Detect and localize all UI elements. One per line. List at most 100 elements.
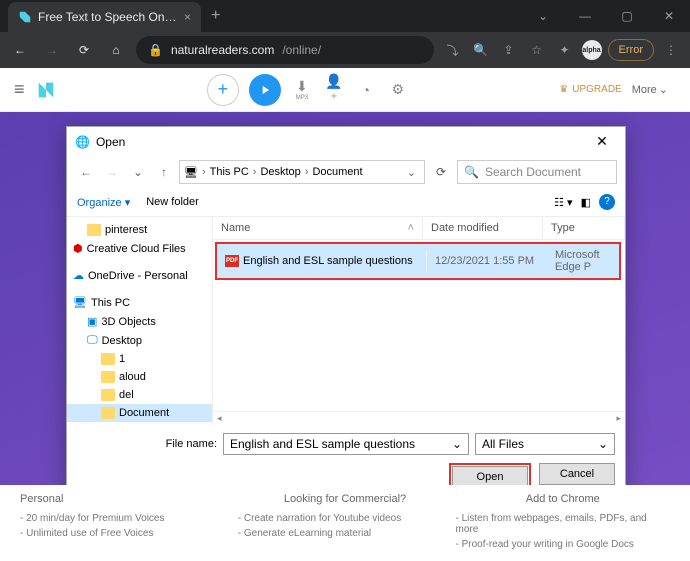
file-date: 12/23/2021 1:55 PM [427,250,547,272]
tree-item-folder-del[interactable]: del [67,386,212,404]
dialog-close-button[interactable]: ✕ [587,133,617,150]
address-bar[interactable]: 🔒 naturalreaders.com/online/ [136,36,434,64]
chevron-down-icon[interactable]: ⌄ [598,437,608,451]
tree-item-creative-cloud[interactable]: ⬢ Creative Cloud Files [67,239,212,258]
footer-col-commercial: Looking for Commercial? - Create narrati… [238,493,453,551]
dialog-toolbar: Organize ▾ New folder ☷ ▾ ◧ ? [67,188,625,217]
breadcrumb[interactable]: 🖥 › This PC › Desktop › Document ⌄ [179,160,425,184]
dialog-title: Open [96,135,125,149]
file-list-header: Name ˄ Date modified Type [213,217,625,240]
app-header: ≡ + ⬇MP3 👤⁺ ◔ ⚙ ♛ UPGRADE More ⌄ [0,68,690,112]
hamburger-icon[interactable]: ≡ [14,79,25,100]
browser-chrome: Free Text to Speech Online with N × + ⌄ … [0,0,690,68]
chrome-icon: 🌐 [75,135,90,149]
search-box[interactable]: 🔍 Search Document [457,160,617,184]
voice-icon[interactable]: 👤⁺ [323,73,345,107]
dialog-nav: ← → ⌄ ↑ 🖥 › This PC › Desktop › Document… [67,156,625,188]
footer-item: - Unlimited use of Free Voices [20,528,235,539]
tab-bar: Free Text to Speech Online with N × + ⌄ … [0,0,690,32]
desktop-icon: 🖵 [87,334,98,347]
lock-icon: 🔒 [148,43,163,57]
help-button[interactable]: ? [599,194,615,210]
3d-icon: ▣ [87,315,97,328]
star-icon[interactable]: ☆ [526,39,548,61]
zoom-icon[interactable]: 🔍 [470,39,492,61]
more-menu[interactable]: More ⌄ [632,83,676,96]
preview-pane-button[interactable]: ◧ [581,196,591,209]
browser-tab[interactable]: Free Text to Speech Online with N × [8,2,201,32]
col-type[interactable]: Type [543,217,625,239]
tab-close-icon[interactable]: × [184,10,191,24]
dlg-recent-button[interactable]: ⌄ [127,165,149,179]
organize-menu[interactable]: Organize ▾ [77,196,130,209]
dlg-back-button[interactable]: ← [75,165,97,179]
tree-item-desktop[interactable]: 🖵 Desktop [67,331,212,350]
forward-button[interactable]: → [40,38,64,62]
file-list: Name ˄ Date modified Type PDF English and… [213,217,625,425]
upgrade-button[interactable]: ♛ UPGRADE [559,84,621,95]
tree-item-folder-1[interactable]: 1 [67,350,212,368]
chevron-down-icon[interactable]: ⌄ [452,437,462,451]
tree-item-pinterest[interactable]: pinterest [67,221,212,239]
folder-tree: pinterest ⬢ Creative Cloud Files ☁ OneDr… [67,217,213,425]
file-name: English and ESL sample questions [243,255,413,267]
breadcrumb-dropdown-icon[interactable]: ⌄ [403,166,420,179]
tree-item-this-pc[interactable]: 🖥 This PC [67,293,212,312]
footer-item: - Proof-read your writing in Google Docs [456,539,671,550]
breadcrumb-item[interactable]: Document [312,166,362,178]
cc-icon: ⬢ [73,242,83,255]
home-button[interactable]: ⌂ [104,38,128,62]
chevron-down-icon: ⌄ [659,83,668,96]
file-open-dialog: 🌐 Open ✕ ← → ⌄ ↑ 🖥 › This PC › Desktop ›… [66,126,626,500]
new-tab-button[interactable]: + [201,7,230,25]
col-date[interactable]: Date modified [423,217,543,239]
onedrive-icon: ☁ [73,269,84,282]
reload-button[interactable]: ⟳ [72,38,96,62]
tree-item-onedrive[interactable]: ☁ OneDrive - Personal [67,266,212,285]
speed-icon[interactable]: ◔ [355,82,377,98]
dropdown-icon[interactable]: ⌄ [522,1,564,31]
file-type: Microsoft Edge P [547,244,619,278]
close-window-button[interactable]: ✕ [648,1,690,31]
pdf-icon: PDF [225,255,239,267]
new-folder-button[interactable]: New folder [146,196,199,208]
filename-input[interactable]: English and ESL sample questions⌄ [223,433,469,455]
url-path: /online/ [282,43,321,57]
share-icon[interactable]: ⇪ [498,39,520,61]
site-favicon [18,10,32,24]
mp3-download-icon[interactable]: ⬇MP3 [291,78,313,101]
footer-item: - Generate eLearning material [238,528,453,539]
settings-icon[interactable]: ⚙ [387,81,409,98]
refresh-button[interactable]: ⟳ [429,165,453,179]
play-icon [258,83,272,97]
file-type-filter[interactable]: All Files⌄ [475,433,615,455]
tree-item-folder-document[interactable]: Document [67,404,212,422]
error-button[interactable]: Error [608,39,654,61]
add-button[interactable]: + [207,74,239,106]
dlg-forward-button[interactable]: → [101,165,123,179]
maximize-button[interactable]: ▢ [606,1,648,31]
url-domain: naturalreaders.com [171,43,274,57]
cancel-button[interactable]: Cancel [539,463,615,485]
install-icon[interactable]: ⤵ [442,39,464,61]
play-button[interactable] [249,74,281,106]
footer-col-personal: Personal - 20 min/day for Premium Voices… [20,493,235,551]
back-button[interactable]: ← [8,38,32,62]
filename-label: File name: [77,438,217,450]
profile-avatar[interactable]: alpha [582,40,602,60]
view-mode-button[interactable]: ☷ ▾ [554,196,572,209]
breadcrumb-item[interactable]: Desktop [260,166,300,178]
pc-icon: 🖥 [184,166,198,179]
dlg-up-button[interactable]: ↑ [153,165,175,179]
pc-icon: 🖥 [73,296,87,309]
col-name[interactable]: Name ˄ [213,217,423,239]
menu-icon[interactable]: ⋮ [660,39,682,61]
breadcrumb-item[interactable]: This PC [210,166,249,178]
footer-item: - 20 min/day for Premium Voices [20,513,235,524]
file-row[interactable]: PDF English and ESL sample questions 12/2… [215,242,621,280]
extensions-icon[interactable]: ✦ [554,39,576,61]
tree-item-3d-objects[interactable]: ▣ 3D Objects [67,312,212,331]
minimize-button[interactable]: — [564,1,606,31]
horizontal-scrollbar[interactable]: ◂▸ [213,411,625,425]
tree-item-folder-aloud[interactable]: aloud [67,368,212,386]
